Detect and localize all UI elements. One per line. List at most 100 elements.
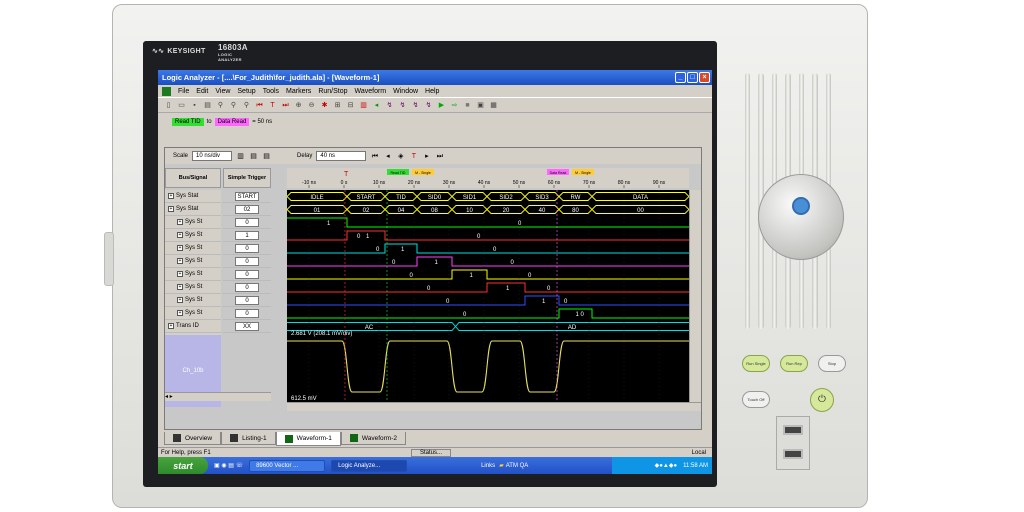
- run-single-button[interactable]: Run Single: [742, 355, 770, 372]
- power-button[interactable]: ⏻: [810, 388, 834, 412]
- trigger-marker-icon[interactable]: T: [344, 171, 349, 178]
- expand-icon[interactable]: +: [168, 193, 174, 199]
- trigger-value-select[interactable]: 0: [235, 295, 259, 305]
- menu-edit[interactable]: Edit: [196, 88, 208, 95]
- tab-overview[interactable]: Overview: [164, 432, 222, 445]
- sampling-icon[interactable]: ▥: [359, 101, 368, 110]
- marker-to-chip[interactable]: Data Read: [214, 118, 250, 126]
- window-icon[interactable]: ▦: [489, 101, 498, 110]
- expand-icon[interactable]: +: [177, 297, 183, 303]
- go-marker-icon[interactable]: ◈: [396, 152, 405, 161]
- signal-row[interactable]: + Sys St: [165, 255, 221, 268]
- scale-input[interactable]: 10 ns/div: [192, 151, 233, 161]
- last-marker-icon[interactable]: ⏭: [281, 101, 290, 110]
- signal-row[interactable]: + Sys St: [165, 216, 221, 229]
- signal-row[interactable]: + Sys St: [165, 268, 221, 281]
- trigger-value-select[interactable]: 0: [235, 243, 259, 253]
- go-trigger-icon[interactable]: T: [409, 152, 418, 161]
- quick-launch-icons[interactable]: ▣ ◉ ▤ ☏: [214, 462, 243, 469]
- vertical-scrollbar[interactable]: [689, 190, 701, 402]
- trigger-setup-icon[interactable]: ⊟: [346, 101, 355, 110]
- expand-icon[interactable]: +: [177, 310, 183, 316]
- scale-fit-icon[interactable]: ▤: [249, 152, 258, 161]
- first-marker-icon[interactable]: ⏮: [255, 101, 264, 110]
- signal-row[interactable]: + Sys St: [165, 307, 221, 320]
- trigger-value-select[interactable]: 0: [235, 282, 259, 292]
- signal-row[interactable]: + Sys St: [165, 294, 221, 307]
- trigger-value-select[interactable]: 0: [235, 217, 259, 227]
- trigger-value-select[interactable]: 02: [235, 204, 259, 214]
- close-button[interactable]: ×: [699, 72, 710, 83]
- bus-signal-header[interactable]: Bus/Signal: [165, 168, 221, 188]
- touch-off-button[interactable]: Touch Off: [742, 391, 770, 408]
- menu-setup[interactable]: Setup: [237, 88, 255, 95]
- tab-waveform-2[interactable]: Waveform-2: [340, 432, 406, 445]
- search-forward-icon[interactable]: ⚲: [229, 101, 238, 110]
- save-icon[interactable]: ▪: [190, 101, 199, 110]
- signal-row[interactable]: + Sys St: [165, 229, 221, 242]
- simple-trigger-header[interactable]: Simple Trigger: [223, 168, 271, 188]
- run-rep-button[interactable]: Run Rep: [780, 355, 808, 372]
- usb-ports[interactable]: [776, 416, 810, 470]
- trigger-value-select[interactable]: 1: [235, 230, 259, 240]
- menu-run-stop[interactable]: Run/Stop: [318, 88, 347, 95]
- measure-icon-2[interactable]: ↯: [398, 101, 407, 110]
- run-icon[interactable]: ▶: [437, 101, 446, 110]
- scale-zoom-icon[interactable]: ▥: [236, 152, 245, 161]
- measure-icon-4[interactable]: ↯: [424, 101, 433, 110]
- maximize-button[interactable]: □: [687, 72, 698, 83]
- expand-icon[interactable]: +: [177, 258, 183, 264]
- tab-listing-1[interactable]: Listing-1: [221, 432, 276, 445]
- menu-help[interactable]: Help: [425, 88, 439, 95]
- waveform-display[interactable]: IDLE START TID SID0 SID1 SID2 SID3 RW DATA 01 02 04…: [287, 190, 689, 402]
- status-button[interactable]: Status...: [411, 448, 452, 457]
- folder-label[interactable]: ATM QA: [506, 463, 529, 469]
- rotary-knob[interactable]: [758, 174, 844, 260]
- signal-row[interactable]: + Trans ID: [165, 320, 221, 333]
- bus-setup-icon[interactable]: ⊞: [333, 101, 342, 110]
- expand-icon[interactable]: +: [177, 232, 183, 238]
- expand-icon[interactable]: +: [177, 219, 183, 225]
- go-prev-icon[interactable]: ◂: [383, 152, 392, 161]
- signal-row[interactable]: + Sys Stat: [165, 203, 221, 216]
- marker-icon[interactable]: ✱: [320, 101, 329, 110]
- menu-tools[interactable]: Tools: [263, 88, 279, 95]
- trigger-value-select[interactable]: 0: [235, 269, 259, 279]
- menu-markers[interactable]: Markers: [286, 88, 311, 95]
- trigger-value-select[interactable]: START: [235, 191, 259, 201]
- horizontal-scrollbar[interactable]: [287, 402, 701, 411]
- go-first-icon[interactable]: ⏮: [370, 152, 379, 161]
- minimize-button[interactable]: _: [675, 72, 686, 83]
- zoom-in-icon[interactable]: ⊕: [294, 101, 303, 110]
- stop-button[interactable]: Stop: [818, 355, 846, 372]
- left-scrollbar[interactable]: ◂ ▸: [165, 392, 271, 401]
- trigger-value-select[interactable]: 0: [235, 308, 259, 318]
- delay-input[interactable]: 40 ns: [316, 151, 367, 161]
- marker-from-chip[interactable]: Read TID: [172, 118, 204, 126]
- run-repetitive-icon[interactable]: ⇨: [450, 101, 459, 110]
- menu-file[interactable]: File: [178, 88, 189, 95]
- probe-icon[interactable]: ◂: [372, 101, 381, 110]
- menu-window[interactable]: Window: [393, 88, 418, 95]
- expand-icon[interactable]: +: [177, 271, 183, 277]
- expand-icon[interactable]: +: [177, 245, 183, 251]
- menu-waveform[interactable]: Waveform: [355, 88, 387, 95]
- trigger-value-select[interactable]: XX: [235, 321, 259, 331]
- print-icon[interactable]: ▤: [203, 101, 212, 110]
- go-next-icon[interactable]: ▸: [422, 152, 431, 161]
- trigger-marker-icon[interactable]: T: [268, 101, 277, 110]
- task-logic-analyzer[interactable]: Logic Analyze...: [331, 459, 408, 472]
- menu-view[interactable]: View: [215, 88, 230, 95]
- measure-icon-1[interactable]: ↯: [385, 101, 394, 110]
- scale-full-icon[interactable]: ▤: [262, 152, 271, 161]
- expand-icon[interactable]: +: [168, 206, 174, 212]
- stop-icon[interactable]: ■: [463, 101, 472, 110]
- signal-row[interactable]: + Sys St: [165, 281, 221, 294]
- search-back-icon[interactable]: ⚲: [242, 101, 251, 110]
- expand-icon[interactable]: +: [177, 284, 183, 290]
- signal-row[interactable]: + Sys St: [165, 242, 221, 255]
- options-icon[interactable]: ▣: [476, 101, 485, 110]
- expand-icon[interactable]: +: [168, 323, 174, 329]
- start-button[interactable]: start: [158, 457, 208, 474]
- task-89600-vector[interactable]: 89600 Vector ...: [249, 459, 326, 472]
